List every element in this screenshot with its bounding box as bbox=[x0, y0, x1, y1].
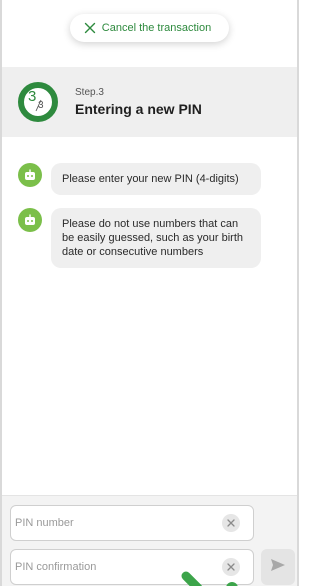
pin-number-input[interactable] bbox=[11, 506, 215, 540]
drag-handle[interactable] bbox=[180, 568, 240, 586]
chat-bubble: Please enter your new PIN (4-digits) bbox=[51, 163, 261, 195]
chat-bubble: Please do not use numbers that can be ea… bbox=[51, 208, 261, 268]
clear-icon bbox=[227, 514, 235, 532]
send-button[interactable] bbox=[261, 549, 295, 585]
step-text: Step.3 Entering a new PIN bbox=[75, 87, 202, 117]
step-current-number: 3 bbox=[28, 88, 37, 105]
cancel-transaction-button[interactable]: Cancel the transaction bbox=[69, 14, 230, 42]
step-header: 3 3 Step.3 Entering a new PIN bbox=[2, 67, 297, 137]
step-total-number: 3 bbox=[38, 100, 44, 111]
chat-message: Please do not use numbers that can be ea… bbox=[18, 208, 261, 268]
step-progress-ring: 3 3 bbox=[17, 81, 59, 123]
step-title: Entering a new PIN bbox=[75, 101, 202, 117]
chat-message: Please enter your new PIN (4-digits) bbox=[18, 163, 261, 195]
cancel-transaction-label: Cancel the transaction bbox=[101, 22, 212, 34]
clear-pin-button[interactable] bbox=[222, 514, 240, 532]
pin-number-field bbox=[10, 505, 254, 541]
send-icon bbox=[270, 558, 286, 577]
cancel-container: Cancel the transaction bbox=[2, 14, 297, 42]
robot-icon bbox=[18, 208, 42, 232]
app-frame: Cancel the transaction 3 3 Step.3 Enteri… bbox=[0, 0, 299, 586]
pin-input-panel bbox=[2, 495, 297, 586]
close-icon bbox=[84, 22, 96, 34]
robot-icon bbox=[18, 163, 42, 187]
step-label: Step.3 bbox=[75, 87, 104, 98]
